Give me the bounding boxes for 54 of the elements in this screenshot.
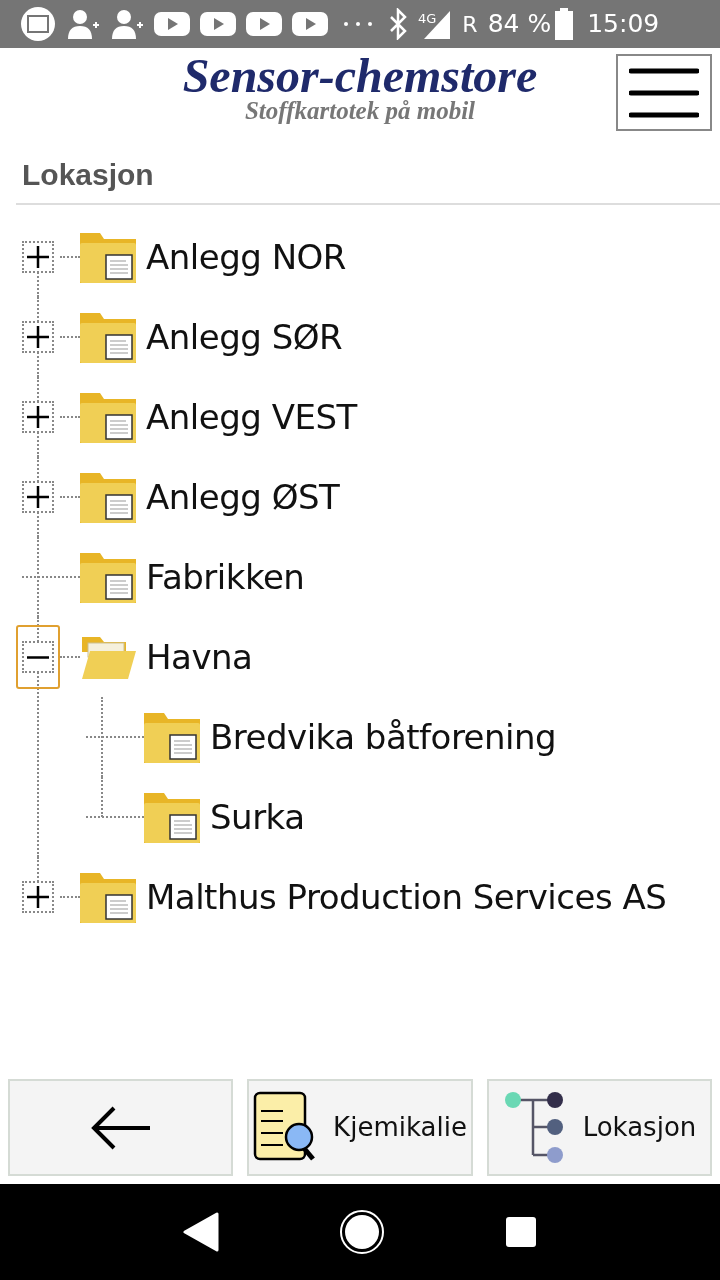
folder-icon — [80, 311, 136, 363]
menu-button[interactable] — [616, 54, 712, 131]
expand-toggle[interactable] — [22, 401, 54, 433]
battery-percent: 84 % — [487, 8, 552, 41]
folder-icon — [144, 791, 200, 843]
video-icon — [200, 11, 236, 37]
chemical-button[interactable]: Kjemikalie — [247, 1079, 473, 1176]
expand-toggle[interactable] — [22, 881, 54, 913]
back-nav-icon[interactable] — [183, 1212, 219, 1252]
location-button[interactable]: Lokasjon — [486, 1079, 712, 1176]
tree-item[interactable]: Surka — [210, 791, 305, 843]
expand-toggle[interactable] — [22, 241, 54, 273]
expand-toggle[interactable] — [22, 321, 54, 353]
add-contact-icon — [110, 7, 144, 41]
battery-icon — [555, 8, 574, 40]
back-arrow-icon — [89, 1105, 152, 1150]
folder-icon — [80, 871, 136, 923]
plus-icon — [27, 486, 49, 508]
plus-icon — [27, 326, 49, 348]
tree-item[interactable]: Anlegg ØST — [146, 471, 340, 523]
app-icon — [20, 6, 56, 42]
expand-toggle[interactable] — [22, 481, 54, 513]
plus-icon — [27, 246, 49, 268]
bluetooth-icon — [388, 8, 408, 40]
video-icon — [246, 11, 282, 37]
add-contact-icon — [66, 7, 100, 41]
logo-subtitle: Stoffkartotek på mobil — [243, 98, 477, 123]
expand-toggle[interactable] — [22, 641, 54, 673]
tree-item[interactable]: Havna — [146, 631, 253, 683]
home-nav-icon[interactable] — [339, 1209, 385, 1255]
tree-item[interactable]: Bredvika båtforening — [210, 711, 557, 763]
folder-icon — [80, 471, 136, 523]
menu-icon — [629, 67, 699, 118]
minus-icon — [27, 655, 49, 659]
network-type-label: 4G — [418, 10, 437, 28]
folder-icon — [80, 391, 136, 443]
video-icon — [154, 11, 190, 37]
tree-item[interactable]: Malthus Production Services AS — [146, 871, 667, 923]
clock: 15:09 — [587, 8, 660, 41]
roaming-indicator: R — [462, 10, 478, 39]
logo-title: Sensor-chemstore — [181, 52, 539, 100]
tree-item[interactable]: Anlegg VEST — [146, 391, 357, 443]
folder-icon — [80, 551, 136, 603]
tree-item[interactable]: Anlegg NOR — [146, 231, 346, 283]
plus-icon — [27, 886, 49, 908]
tree-item[interactable]: Fabrikken — [146, 551, 305, 603]
plus-icon — [27, 406, 49, 428]
recents-nav-icon[interactable] — [505, 1216, 537, 1248]
section-title: Lokasjon — [16, 152, 720, 205]
back-button[interactable] — [8, 1079, 234, 1176]
video-icon — [292, 11, 328, 37]
folder-icon — [80, 231, 136, 283]
folder-icon — [144, 711, 200, 763]
tree-item[interactable]: Anlegg SØR — [146, 311, 343, 363]
